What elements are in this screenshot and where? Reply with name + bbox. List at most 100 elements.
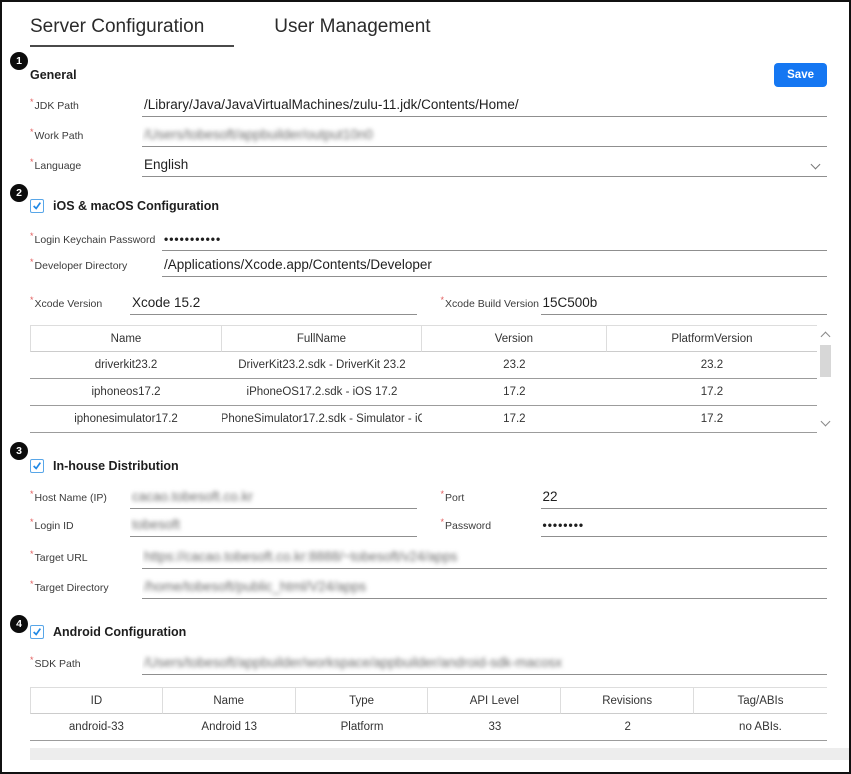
android-sdk-table: ID Name Type API Level Revisions Tag/ABI… xyxy=(30,687,827,741)
work-path-input[interactable]: /Users/tobesoft/appbuilder/output10n0 xyxy=(142,125,827,147)
jdk-path-input[interactable]: /Library/Java/JavaVirtualMachines/zulu-1… xyxy=(142,95,827,117)
check-icon xyxy=(32,201,42,211)
target-directory-input[interactable]: /home/tobesoft/public_html/V24/apps xyxy=(142,577,827,599)
check-icon xyxy=(32,627,42,637)
target-url-input[interactable]: https://cacao.tobesoft.co.kr:8888/~tobes… xyxy=(142,547,827,569)
step-badge-2: 2 xyxy=(10,184,28,202)
keychain-password-row: *Login Keychain Password ••••••••••• xyxy=(30,229,827,251)
cell: iPhoneSimulator17.2.sdk - Simulator - iC xyxy=(222,406,422,433)
tab-server-configuration[interactable]: Server Configuration xyxy=(30,16,234,47)
developer-directory-row: *Developer Directory /Applications/Xcode… xyxy=(30,255,827,277)
horizontal-scrollbar[interactable] xyxy=(30,748,849,760)
cell: 23.2 xyxy=(422,352,607,379)
android-section-title: Android Configuration xyxy=(53,625,186,639)
ios-section-checkbox[interactable] xyxy=(30,199,44,213)
xcode-build-version-input[interactable]: 15C500b xyxy=(541,293,828,315)
login-id-input[interactable]: tobesoft xyxy=(130,515,417,537)
keychain-password-input[interactable]: ••••••••••• xyxy=(162,229,827,251)
keychain-password-label: *Login Keychain Password xyxy=(30,231,162,251)
scrollbar-thumb[interactable] xyxy=(820,345,831,377)
column-header: PlatformVersion xyxy=(607,325,817,352)
inhouse-section-header: In-house Distribution xyxy=(30,459,827,473)
jdk-path-label: *JDK Path xyxy=(30,97,142,117)
cell: 17.2 xyxy=(422,379,607,406)
chevron-down-icon[interactable] xyxy=(811,160,821,170)
table-row[interactable]: iphoneos17.2 iPhoneOS17.2.sdk - iOS 17.2… xyxy=(30,379,833,406)
general-section-header: General Save xyxy=(30,63,827,87)
inhouse-section-title: In-house Distribution xyxy=(53,459,179,473)
table-row[interactable]: android-33 Android 13 Platform 33 2 no A… xyxy=(30,714,827,741)
cell: android-33 xyxy=(30,714,163,741)
save-button[interactable]: Save xyxy=(774,63,827,87)
sdk-path-row: *SDK Path /Users/tobesoft/appbuilder/wor… xyxy=(30,653,827,675)
work-path-row: *Work Path /Users/tobesoft/appbuilder/ou… xyxy=(30,125,827,147)
scroll-up-icon[interactable] xyxy=(821,332,831,342)
sdk-path-input[interactable]: /Users/tobesoft/appbuilder/workspace/app… xyxy=(142,653,827,675)
cell: iPhoneOS17.2.sdk - iOS 17.2 xyxy=(222,379,422,406)
host-name-input[interactable]: cacao.tobesoft.co.kr xyxy=(130,487,417,509)
password-label: *Password xyxy=(441,517,541,537)
android-section-checkbox[interactable] xyxy=(30,625,44,639)
cell: driverkit23.2 xyxy=(30,352,222,379)
cell: 17.2 xyxy=(422,406,607,433)
xcode-version-label: *Xcode Version xyxy=(30,295,130,315)
login-id-label: *Login ID xyxy=(30,517,130,537)
port-label: *Port xyxy=(441,489,541,509)
port-input[interactable]: 22 xyxy=(541,487,828,509)
column-header: FullName xyxy=(222,325,422,352)
password-input[interactable]: •••••••• xyxy=(541,515,828,537)
step-badge-1: 1 xyxy=(10,52,28,70)
step-badge-3: 3 xyxy=(10,442,28,460)
jdk-path-row: *JDK Path /Library/Java/JavaVirtualMachi… xyxy=(30,95,827,117)
host-port-row: *Host Name (IP) cacao.tobesoft.co.kr *Po… xyxy=(30,487,827,509)
table-row[interactable]: iphonesimulator17.2 iPhoneSimulator17.2.… xyxy=(30,406,833,433)
language-row: *Language English xyxy=(30,155,827,177)
ios-sdk-table: Name FullName Version PlatformVersion dr… xyxy=(30,325,833,433)
xcode-build-version-label: *Xcode Build Version xyxy=(441,295,541,315)
tab-user-management[interactable]: User Management xyxy=(274,16,430,47)
cell: 2 xyxy=(561,714,694,741)
work-path-label: *Work Path xyxy=(30,127,142,147)
cell: DriverKit23.2.sdk - DriverKit 23.2 xyxy=(222,352,422,379)
tab-bar: Server Configuration User Management xyxy=(2,2,849,47)
target-directory-row: *Target Directory /home/tobesoft/public_… xyxy=(30,577,827,599)
cell: iphonesimulator17.2 xyxy=(30,406,222,433)
ios-section-title: iOS & macOS Configuration xyxy=(53,199,219,213)
language-label: *Language xyxy=(30,157,142,177)
target-url-label: *Target URL xyxy=(30,549,142,569)
cell: Platform xyxy=(296,714,429,741)
column-header: Type xyxy=(296,687,429,714)
check-icon xyxy=(32,461,42,471)
cell: 17.2 xyxy=(607,379,817,406)
column-header: Name xyxy=(163,687,296,714)
server-configuration-window: 1 2 3 4 Server Configuration User Manage… xyxy=(0,0,851,774)
cell: 33 xyxy=(428,714,561,741)
android-sdk-table-header: ID Name Type API Level Revisions Tag/ABI… xyxy=(30,687,827,714)
target-directory-label: *Target Directory xyxy=(30,579,142,599)
column-header: Revisions xyxy=(561,687,694,714)
xcode-version-input[interactable]: Xcode 15.2 xyxy=(130,293,417,315)
column-header: API Level xyxy=(428,687,561,714)
language-select[interactable]: English xyxy=(142,155,827,177)
cell: iphoneos17.2 xyxy=(30,379,222,406)
column-header: Name xyxy=(30,325,222,352)
step-badge-4: 4 xyxy=(10,615,28,633)
android-section-header: Android Configuration xyxy=(30,625,827,639)
inhouse-section-checkbox[interactable] xyxy=(30,459,44,473)
cell: no ABIs. xyxy=(694,714,827,741)
sdk-path-label: *SDK Path xyxy=(30,655,142,675)
cell: 23.2 xyxy=(607,352,817,379)
ios-section-header: iOS & macOS Configuration xyxy=(30,199,827,213)
developer-directory-input[interactable]: /Applications/Xcode.app/Contents/Develop… xyxy=(162,255,827,277)
column-header: Tag/ABIs xyxy=(694,687,827,714)
general-section-title: General xyxy=(30,68,77,82)
vertical-scrollbar[interactable] xyxy=(818,326,833,433)
scroll-down-icon[interactable] xyxy=(821,417,831,427)
cell: Android 13 xyxy=(163,714,296,741)
login-password-row: *Login ID tobesoft *Password •••••••• xyxy=(30,515,827,537)
developer-directory-label: *Developer Directory xyxy=(30,257,162,277)
table-row[interactable]: driverkit23.2 DriverKit23.2.sdk - Driver… xyxy=(30,352,833,379)
column-header: Version xyxy=(422,325,607,352)
ios-sdk-table-header: Name FullName Version PlatformVersion xyxy=(30,325,833,352)
host-name-label: *Host Name (IP) xyxy=(30,489,130,509)
